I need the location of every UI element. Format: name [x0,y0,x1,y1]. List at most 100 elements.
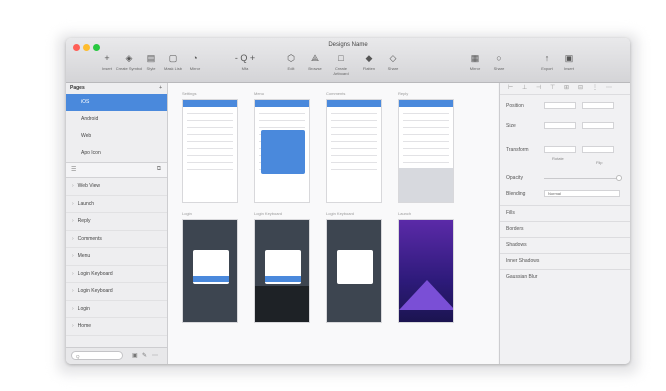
layer-item[interactable]: › Comments [66,231,167,248]
layer-item[interactable]: › Login Keyboard [66,266,167,283]
layer-item[interactable]: › Login Keyboard [66,283,167,301]
align-left-icon[interactable]: ⊢ [508,84,513,91]
artboard[interactable] [182,99,238,203]
inspector-section[interactable]: Fills [500,205,630,220]
layer-item[interactable]: › Login [66,301,167,318]
artboard-row [259,113,305,114]
toolbar-button-14[interactable]: ▣ Insert [555,53,583,71]
opacity-slider[interactable] [544,178,620,179]
mirror2-icon: ▦ [470,53,480,63]
chevron-right-icon[interactable]: › [72,288,74,294]
chevron-right-icon[interactable]: › [72,253,74,259]
page-item-app-icon[interactable]: Apo Icon [66,145,167,162]
layer-item[interactable]: › Menu [66,248,167,266]
chevron-right-icon[interactable]: › [72,323,74,329]
blending-label: Blending [506,191,526,197]
flatten-icon: ◆ [365,53,373,63]
list-icon[interactable]: ☰ [71,166,76,173]
inspector-section[interactable]: Shadows [500,237,630,252]
zoom-icon: - Q + [234,53,256,63]
toolbar-label: Browse [308,66,322,71]
filter-icon[interactable]: ⧉ [157,166,161,173]
artboard[interactable] [398,219,454,323]
artboard[interactable] [326,219,382,323]
chevron-right-icon[interactable]: › [72,218,74,224]
align-right-icon[interactable]: ⊣ [536,84,541,91]
toolbar-button-8[interactable]: □ Create Artboard [327,53,355,76]
artboard[interactable] [326,99,382,203]
align-toolbar: ⊢ ⊥ ⊣ ⊤ ⊞ ⊟ ⋮ ⋯ [500,83,630,95]
rotate-field[interactable] [544,146,576,153]
toolbar-label: Mfa [241,66,249,71]
artboard-row [403,113,449,114]
toolbar-button-12[interactable]: ○ Share [485,53,513,71]
artboard[interactable] [254,99,310,203]
layer-label: Menu [77,253,91,259]
toolbar-button-5[interactable]: - Q + Mfa [231,53,259,71]
page-item-web[interactable]: Web [66,128,167,145]
page-item-android[interactable]: Android [66,111,167,128]
distribute-v-icon[interactable]: ⋯ [606,84,612,91]
transform-label: Transform [506,147,529,153]
artboard-label: Launch [398,211,412,216]
layer-item[interactable]: › Reply [66,213,167,231]
toolbar-label: Insert [563,66,574,71]
artboard-label: Settings [182,91,197,96]
more-icon[interactable]: ⋯ [152,352,158,359]
toolbar-label: Create Artboard [333,66,349,76]
title-bar: Designs Name + Insert ◈ Create Symbol ▤ Style… [66,38,630,83]
align-center-icon[interactable]: ⊥ [522,84,527,91]
page-item-ios[interactable]: iOS [66,94,167,111]
add-page-icon[interactable]: + [159,83,162,94]
distribute-icon[interactable]: ⋮ [592,84,598,91]
layer-item[interactable]: › Web View [66,178,167,196]
layer-label: Reply [77,218,91,224]
inspector-section[interactable]: Inner Shadows [500,253,630,268]
position-x-field[interactable] [544,102,576,109]
artboard-label: Login Keyboard [254,211,283,216]
flip-field[interactable] [582,146,614,153]
toolbar-button-10[interactable]: ◇ Share [379,53,407,71]
opacity-slider-knob[interactable] [616,175,622,181]
artboard-row [403,127,449,128]
align-bottom-icon[interactable]: ⊟ [578,84,583,91]
height-field[interactable] [582,122,614,129]
artboard-row [187,134,233,135]
layer-item[interactable]: › Launch [66,196,167,213]
artboard-row [331,141,377,142]
align-top-icon[interactable]: ⊤ [550,84,555,91]
width-field[interactable] [544,122,576,129]
inspector-section[interactable]: Borders [500,221,630,236]
blending-select[interactable]: Normal [544,190,620,197]
chevron-right-icon[interactable]: › [72,306,74,312]
layer-label: Web View [77,183,100,189]
edit-icon[interactable]: ✎ [142,352,147,359]
toolbar-button-4[interactable]: ◔ Mirror [181,53,209,71]
chevron-right-icon[interactable]: › [72,271,74,277]
chevron-right-icon[interactable]: › [72,183,74,189]
insert-icon: ▣ [564,53,574,63]
artboard[interactable] [254,219,310,323]
mirror-icon: ◔ [192,53,198,63]
layer-search-input[interactable]: Q [71,351,123,360]
artboard-navbar [255,100,309,107]
artboard[interactable] [398,99,454,203]
artboard-row [331,120,377,121]
login-card [337,250,373,284]
chevron-right-icon[interactable]: › [72,201,74,207]
inspector-section[interactable]: Gaussian Blur [500,269,630,284]
canvas[interactable]: Settings Login Menu Login Keyboard Comments L… [168,83,498,364]
artboard[interactable] [182,219,238,323]
style-icon: ▤ [146,53,156,63]
chevron-right-icon[interactable]: › [72,236,74,242]
artboard-row [259,120,305,121]
layer-item[interactable]: › Home [66,318,167,336]
layer-label: Login [77,305,90,312]
page-item-label: iOS [81,99,90,105]
page-item-label: Apo Icon [81,150,101,156]
pages-toggle-icon[interactable]: ▣ [132,352,138,359]
align-middle-icon[interactable]: ⊞ [564,84,569,91]
keyboard [399,168,453,202]
toolbar-button-7[interactable]: ⟁ Browse [301,53,329,71]
position-y-field[interactable] [582,102,614,109]
